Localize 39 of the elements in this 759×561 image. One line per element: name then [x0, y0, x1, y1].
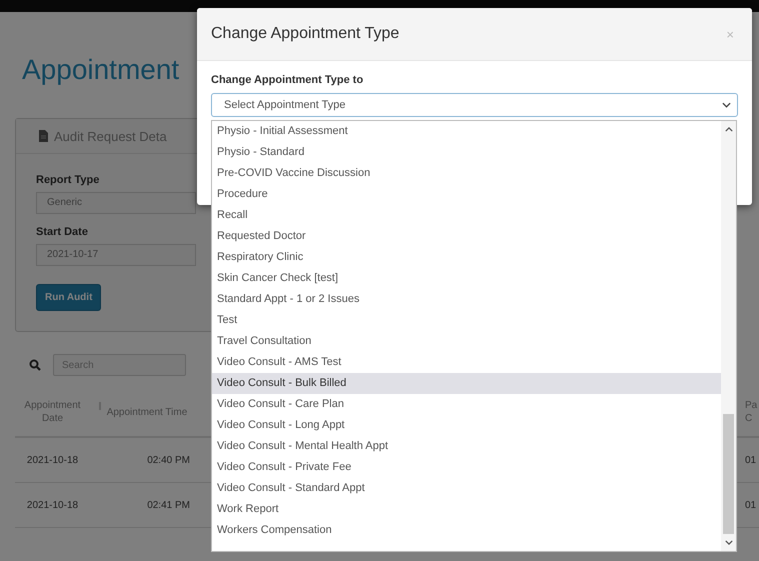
table-cell-text: 02:40 PM — [146, 454, 190, 466]
modal-title: Change Appointment Type — [211, 25, 400, 43]
scrollbar-thumb[interactable] — [723, 414, 734, 534]
dropdown-option[interactable]: Video Consult - Care Plan — [212, 394, 721, 415]
chevron-down-icon — [722, 102, 731, 108]
table-cell-text: 01 — [744, 454, 758, 466]
dropdown-option[interactable]: Standard Appt - 1 or 2 Issues — [212, 289, 721, 310]
dropdown-option[interactable]: Travel Consultation — [212, 331, 721, 352]
field-label: Change Appointment Type to — [211, 74, 364, 86]
dropdown-option[interactable]: Respiratory Clinic — [212, 247, 721, 268]
table-cell-text: 02:41 PM — [146, 500, 190, 510]
dropdown-option[interactable]: Physio - Standard — [212, 142, 721, 163]
table-cell-text: 2021-10-18 — [26, 500, 80, 510]
dropdown-option[interactable]: Physio - Initial Assessment — [212, 121, 721, 142]
dropdown-option[interactable]: Requested Doctor — [212, 226, 721, 247]
table-cell-text: 01 — [744, 500, 758, 510]
search-icon — [29, 359, 41, 371]
dropdown-option[interactable]: Video Consult - Long Appt — [212, 415, 721, 436]
document-icon — [38, 130, 48, 142]
table-cell-text: 2021-10-18 — [26, 454, 80, 466]
dropdown-option[interactable]: Video Consult - Mental Health Appt — [212, 436, 721, 457]
field-label: Report Type — [36, 174, 100, 186]
dropdown-option[interactable]: Video Consult - Bulk Billed — [212, 373, 721, 394]
chevron-up-icon[interactable] — [724, 127, 732, 132]
page-heading: Appointment — [21, 53, 180, 87]
select-field[interactable]: Select Appointment Type — [211, 93, 738, 117]
dropdown-option[interactable]: Video Consult - AMS Test — [212, 352, 721, 373]
dropdown-option[interactable]: Video Consult - Standard Appt — [212, 478, 721, 499]
chevron-down-icon[interactable] — [724, 540, 732, 545]
dropdown-option[interactable]: Work Report — [212, 499, 721, 520]
dropdown-option[interactable]: Recall — [212, 205, 721, 226]
field-label: Start Date — [36, 226, 88, 238]
dropdown-option[interactable]: Skin Cancer Check [test] — [212, 268, 721, 289]
placeholder-text: Select Appointment Type — [224, 99, 346, 111]
dropdown-option[interactable]: Procedure — [212, 184, 721, 205]
dropdown-option[interactable]: Test — [212, 310, 721, 331]
dropdown-option[interactable]: Workers Compensation — [212, 520, 721, 541]
dropdown-option[interactable]: Video Consult - Private Fee — [212, 457, 721, 478]
dropdown-option[interactable]: Pre-COVID Vaccine Discussion — [212, 163, 721, 184]
